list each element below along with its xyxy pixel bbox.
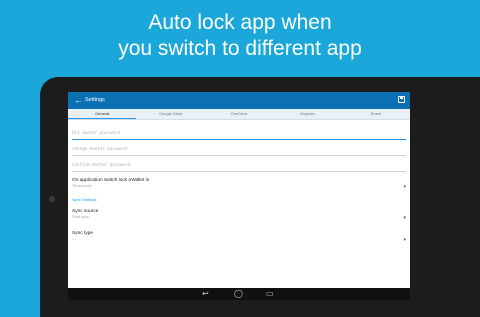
tab-reset[interactable]: Reset [342, 109, 410, 119]
sync-type-value: — [72, 237, 76, 241]
arrow-left-icon[interactable]: ← [74, 95, 83, 106]
save-icon[interactable] [398, 96, 405, 103]
page-title: Settings [85, 97, 105, 103]
sync-source-value: Dont sync [72, 215, 89, 219]
dropdown-caret-icon: ▾ [403, 215, 406, 221]
dropdown-caret-icon: ▾ [403, 184, 406, 190]
confirm-password-field[interactable]: Confirm master password [72, 159, 406, 172]
lock-timeout-setting[interactable]: On application switch lock eWallet in 15… [72, 178, 406, 194]
app-screen: ← Settings General Google Drive OneDrive… [68, 92, 410, 288]
sync-type-setting[interactable]: Sync type — ▾ [72, 231, 406, 247]
tab-onedrive[interactable]: OneDrive [205, 109, 273, 119]
tab-general[interactable]: General [68, 109, 137, 119]
back-triangle-icon[interactable]: ↩ [202, 289, 209, 299]
old-password-field[interactable]: Old master password [72, 127, 406, 140]
tab-dropbox[interactable]: Dropbox [273, 109, 341, 119]
promo-line-2: you switch to different app [118, 37, 362, 60]
sync-source-setting[interactable]: Sync source Dont sync ▾ [72, 209, 406, 225]
change-password-field[interactable]: change master password [72, 143, 406, 156]
promo-headline: Auto lock app when you switch to differe… [0, 10, 480, 62]
promo-line-1: Auto lock app when [148, 11, 332, 34]
sync-settings-header: Sync Settings [72, 197, 97, 202]
dropdown-caret-icon: ▾ [403, 237, 406, 243]
app-bar: ← Settings [68, 92, 410, 109]
system-nav-bar: ↩ ◯ ▭ [68, 288, 410, 300]
tab-bar: General Google Drive OneDrive Dropbox Re… [68, 109, 410, 120]
lock-timeout-value: 15 seconds [72, 184, 92, 188]
camera-icon [49, 196, 55, 202]
settings-content: Old master password change master passwo… [68, 120, 410, 247]
recents-icon[interactable]: ▭ [266, 289, 274, 299]
home-icon[interactable]: ◯ [234, 289, 243, 299]
tab-google-drive[interactable]: Google Drive [136, 109, 204, 119]
